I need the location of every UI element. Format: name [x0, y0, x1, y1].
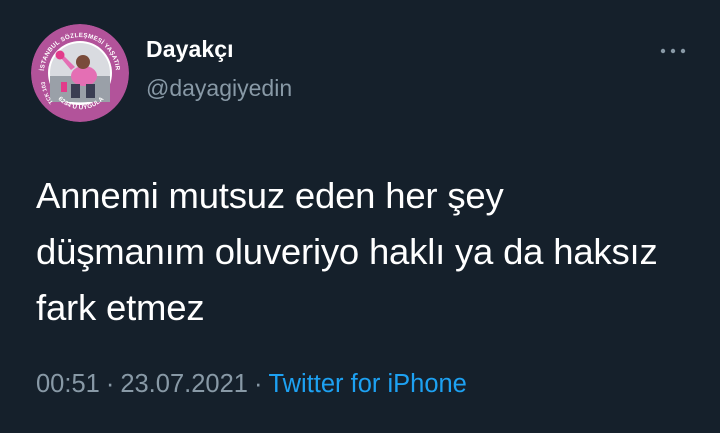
- separator-dot: ·: [105, 370, 115, 398]
- tweet-time[interactable]: 00:51: [36, 370, 100, 398]
- more-options-button[interactable]: [656, 40, 690, 62]
- tweet-card: İSTANBUL SÖZLEŞMESİ YAŞATIR 6284'Ü UYGUL…: [0, 0, 720, 433]
- separator-dot: ·: [253, 370, 263, 398]
- author-display-name[interactable]: Dayakçı: [146, 36, 234, 63]
- tweet-date[interactable]: 23.07.2021: [120, 370, 248, 398]
- avatar[interactable]: İSTANBUL SÖZLEŞMESİ YAŞATIR 6284'Ü UYGUL…: [31, 24, 129, 122]
- author-handle[interactable]: @dayagiyedin: [146, 75, 292, 102]
- tweet-source-link[interactable]: Twitter for iPhone: [268, 370, 466, 398]
- more-horizontal-icon: [660, 48, 686, 54]
- tweet-text: Annemi mutsuz eden her şey düşmanım oluv…: [36, 175, 658, 328]
- tweet-metadata: 00:51 · 23.07.2021 · Twitter for iPhone: [36, 370, 467, 399]
